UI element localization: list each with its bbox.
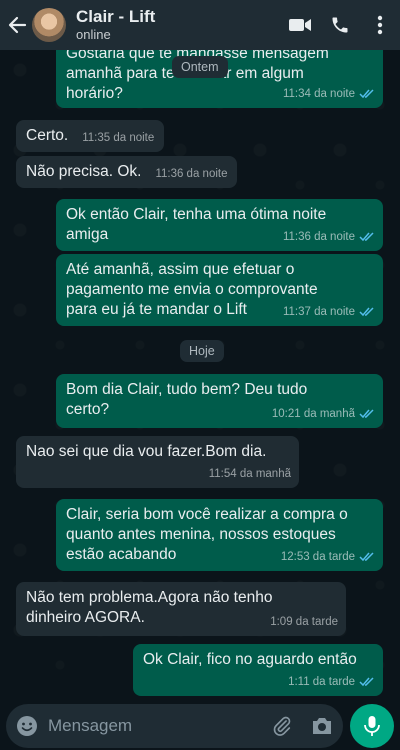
avatar[interactable]	[32, 8, 66, 42]
back-button[interactable]	[4, 0, 30, 50]
contact-name: Clair - Lift	[76, 7, 156, 26]
chat-header: Clair - Lift online	[0, 0, 400, 50]
message-time: 11:54 da manhã	[208, 468, 291, 480]
message-text: Certo.	[26, 127, 69, 144]
message-incoming[interactable]: Certo. 11:35 da noite	[16, 120, 165, 152]
message-meta: 1:11 da tarde	[288, 672, 375, 692]
message-meta: 1:09 da tarde	[270, 612, 338, 632]
message-time: 11:34 da noite	[282, 88, 355, 100]
message-line: pagamento me envia o comprovante	[66, 281, 318, 298]
message-line: Até amanhã, assim que efetuar o	[66, 261, 295, 278]
phone-icon	[332, 17, 348, 33]
message-line: Não tem problema.Agora não tenho	[26, 589, 273, 606]
message-outgoing[interactable]: Bom dia Clair, tudo bem? Deu tudo certo?…	[56, 374, 383, 428]
video-call-icon	[289, 19, 311, 31]
message-time: 11:35 da noite	[82, 132, 155, 144]
composer-bar: Mensagem	[0, 700, 400, 750]
emoji-icon	[17, 716, 37, 736]
date-separator: Ontem	[172, 56, 228, 78]
double-check-icon	[359, 677, 374, 687]
message-time: 1:09 da tarde	[270, 616, 338, 628]
contact-status: online	[76, 27, 111, 42]
double-check-icon	[359, 409, 374, 419]
mic-icon	[364, 716, 380, 736]
voice-call-button[interactable]	[320, 0, 360, 50]
message-time: 11:37 da noite	[282, 306, 355, 318]
more-options-button[interactable]	[360, 0, 400, 50]
voice-record-button[interactable]	[350, 704, 394, 748]
message-time: 1:11 da tarde	[288, 676, 355, 688]
message-outgoing[interactable]: Ok então Clair, tenha uma ótima noite am…	[56, 199, 383, 251]
message-line: Clair, seria bom você realizar a compra …	[66, 506, 348, 523]
attach-icon	[273, 716, 291, 736]
double-check-icon	[359, 232, 374, 242]
message-line: Nao sei que dia vou fazer.Bom dia.	[26, 443, 267, 460]
message-meta: 11:34 da noite	[283, 84, 375, 104]
message-line: Bom dia Clair, tudo bem? Deu tudo	[66, 381, 308, 398]
message-time: 12:53 da tarde	[280, 551, 355, 563]
contact-info[interactable]: Clair - Lift online	[76, 7, 280, 43]
message-line: quanto antes menina, nossos estoques	[66, 526, 336, 543]
double-check-icon	[359, 552, 374, 562]
message-meta: 11:36 da noite	[283, 227, 375, 247]
message-outgoing[interactable]: Clair, seria bom você realizar a compra …	[56, 499, 383, 571]
message-input-container[interactable]: Mensagem	[6, 704, 343, 748]
attach-button[interactable]	[271, 715, 293, 737]
message-outgoing[interactable]: Ok Clair, fico no aguardo então 1:11 da …	[133, 644, 383, 696]
message-line: Ok então Clair, tenha uma ótima noite	[66, 206, 327, 223]
message-incoming[interactable]: Não precisa. Ok. 11:36 da noite	[16, 156, 238, 188]
message-meta: 11:54 da manhã	[209, 464, 291, 484]
message-meta: 11:37 da noite	[283, 302, 375, 322]
camera-icon	[313, 718, 331, 734]
message-outgoing[interactable]: Até amanhã, assim que efetuar o pagament…	[56, 254, 383, 326]
date-separator: Hoje	[180, 340, 224, 362]
message-meta: 10:21 da manhã	[272, 404, 375, 424]
message-incoming[interactable]: Não tem problema.Agora não tenho dinheir…	[16, 582, 346, 636]
camera-button[interactable]	[311, 716, 333, 736]
back-arrow-icon	[8, 16, 27, 34]
message-input[interactable]: Mensagem	[48, 704, 132, 748]
emoji-button[interactable]	[16, 715, 38, 737]
message-time: 10:21 da manhã	[271, 408, 355, 420]
message-time: 11:36 da noite	[282, 231, 355, 243]
more-vert-icon	[377, 15, 383, 35]
message-text: Não precisa. Ok.	[26, 163, 142, 180]
message-meta: 12:53 da tarde	[281, 547, 375, 567]
double-check-icon	[359, 89, 374, 99]
double-check-icon	[359, 307, 374, 317]
message-list[interactable]: Gostaria que te mandasse mensagem amanhã…	[0, 50, 400, 700]
message-line: Ok Clair, fico no aguardo então	[143, 651, 357, 668]
message-time: 11:36 da noite	[155, 168, 228, 180]
video-call-button[interactable]	[280, 0, 320, 50]
message-incoming[interactable]: Nao sei que dia vou fazer.Bom dia. 11:54…	[16, 436, 299, 488]
